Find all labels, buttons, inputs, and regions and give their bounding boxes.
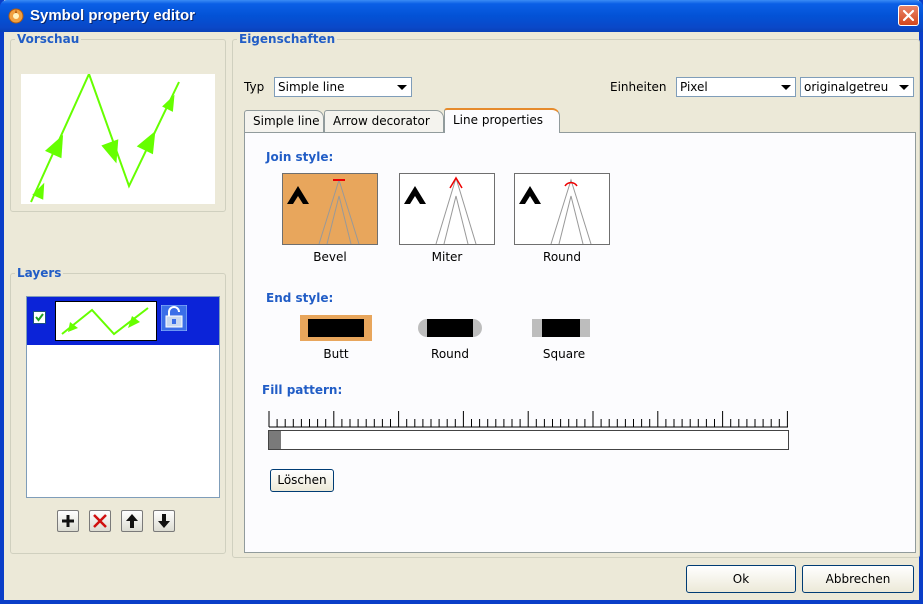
layers-legend: Layers (17, 266, 62, 280)
bevel-join-icon (287, 178, 360, 245)
type-select-value: Simple line (278, 80, 345, 94)
window-title: Symbol property editor (30, 7, 196, 24)
end-round-label: Round (431, 347, 469, 361)
checkmark-icon (35, 313, 44, 322)
close-icon (902, 9, 915, 22)
join-bevel-option[interactable] (282, 173, 378, 245)
delete-layer-button[interactable] (89, 510, 111, 532)
fill-pattern-title: Fill pattern: (262, 383, 343, 397)
round-cap-core (427, 319, 473, 337)
move-up-icon (126, 514, 138, 528)
join-round-option[interactable] (514, 173, 610, 245)
move-down-icon (158, 514, 170, 528)
symbol-property-editor-dialog: Symbol property editor Vorschau Layers E… (0, 0, 923, 604)
tab-simple-line[interactable]: Simple line (244, 110, 324, 132)
units-select[interactable]: Pixel (676, 77, 796, 97)
join-bevel-label: Bevel (313, 250, 347, 264)
join-round-label: Round (543, 250, 581, 264)
units-label: Einheiten (610, 80, 667, 94)
clear-pattern-button[interactable]: Löschen (270, 469, 334, 492)
preview-line-icon (30, 71, 180, 203)
layer-visible-checkbox[interactable] (33, 311, 46, 324)
preview-canvas (21, 71, 215, 204)
join-style-title: Join style: (266, 150, 334, 164)
move-layer-down-button[interactable] (153, 510, 175, 532)
properties-legend: Eigenschaften (239, 32, 336, 46)
join-miter-option[interactable] (399, 173, 495, 245)
end-square-option[interactable] (528, 315, 600, 341)
add-icon (62, 515, 74, 527)
round-join-icon (519, 178, 592, 245)
end-square-label: Square (542, 347, 586, 361)
type-label: Typ (244, 80, 265, 94)
fill-pattern-editor[interactable] (268, 430, 789, 450)
end-butt-label: Butt (323, 347, 349, 361)
layer-line-icon (61, 307, 149, 336)
preview-group: Vorschau (10, 32, 226, 212)
app-icon (8, 8, 24, 24)
chevron-down-icon (397, 85, 407, 90)
layer-row[interactable] (27, 297, 219, 345)
layer-thumbnail (55, 301, 157, 341)
units-select-value: Pixel (680, 80, 708, 94)
end-style-title: End style: (266, 291, 334, 305)
scale-select[interactable]: originalgetreu (800, 77, 914, 97)
add-layer-button[interactable] (57, 510, 79, 532)
butt-cap-icon (308, 319, 364, 337)
preview-legend: Vorschau (17, 32, 80, 46)
end-butt-option[interactable] (300, 315, 372, 341)
lock-icon (160, 304, 188, 332)
end-round-option[interactable] (414, 315, 486, 341)
layer-lock-button[interactable] (160, 304, 188, 332)
tab-line-properties[interactable]: Line properties (444, 108, 560, 133)
chevron-down-icon (781, 85, 791, 90)
type-select[interactable]: Simple line (274, 77, 412, 97)
move-layer-up-button[interactable] (121, 510, 143, 532)
chevron-down-icon (899, 85, 909, 90)
miter-join-icon (404, 176, 477, 245)
fill-pattern-ruler (268, 411, 788, 428)
layers-list[interactable] (26, 296, 220, 498)
ok-button[interactable]: Ok (686, 565, 796, 593)
cancel-button[interactable]: Abbrechen (802, 565, 914, 593)
tab-arrow-decorator[interactable]: Arrow decorator (324, 110, 444, 132)
title-bar[interactable]: Symbol property editor (0, 0, 923, 32)
close-button[interactable] (898, 5, 919, 26)
square-cap-core (542, 319, 580, 337)
scale-select-value: originalgetreu (804, 80, 889, 94)
join-miter-label: Miter (431, 250, 463, 264)
delete-icon (93, 514, 107, 528)
fill-pattern-cell[interactable] (269, 431, 281, 449)
